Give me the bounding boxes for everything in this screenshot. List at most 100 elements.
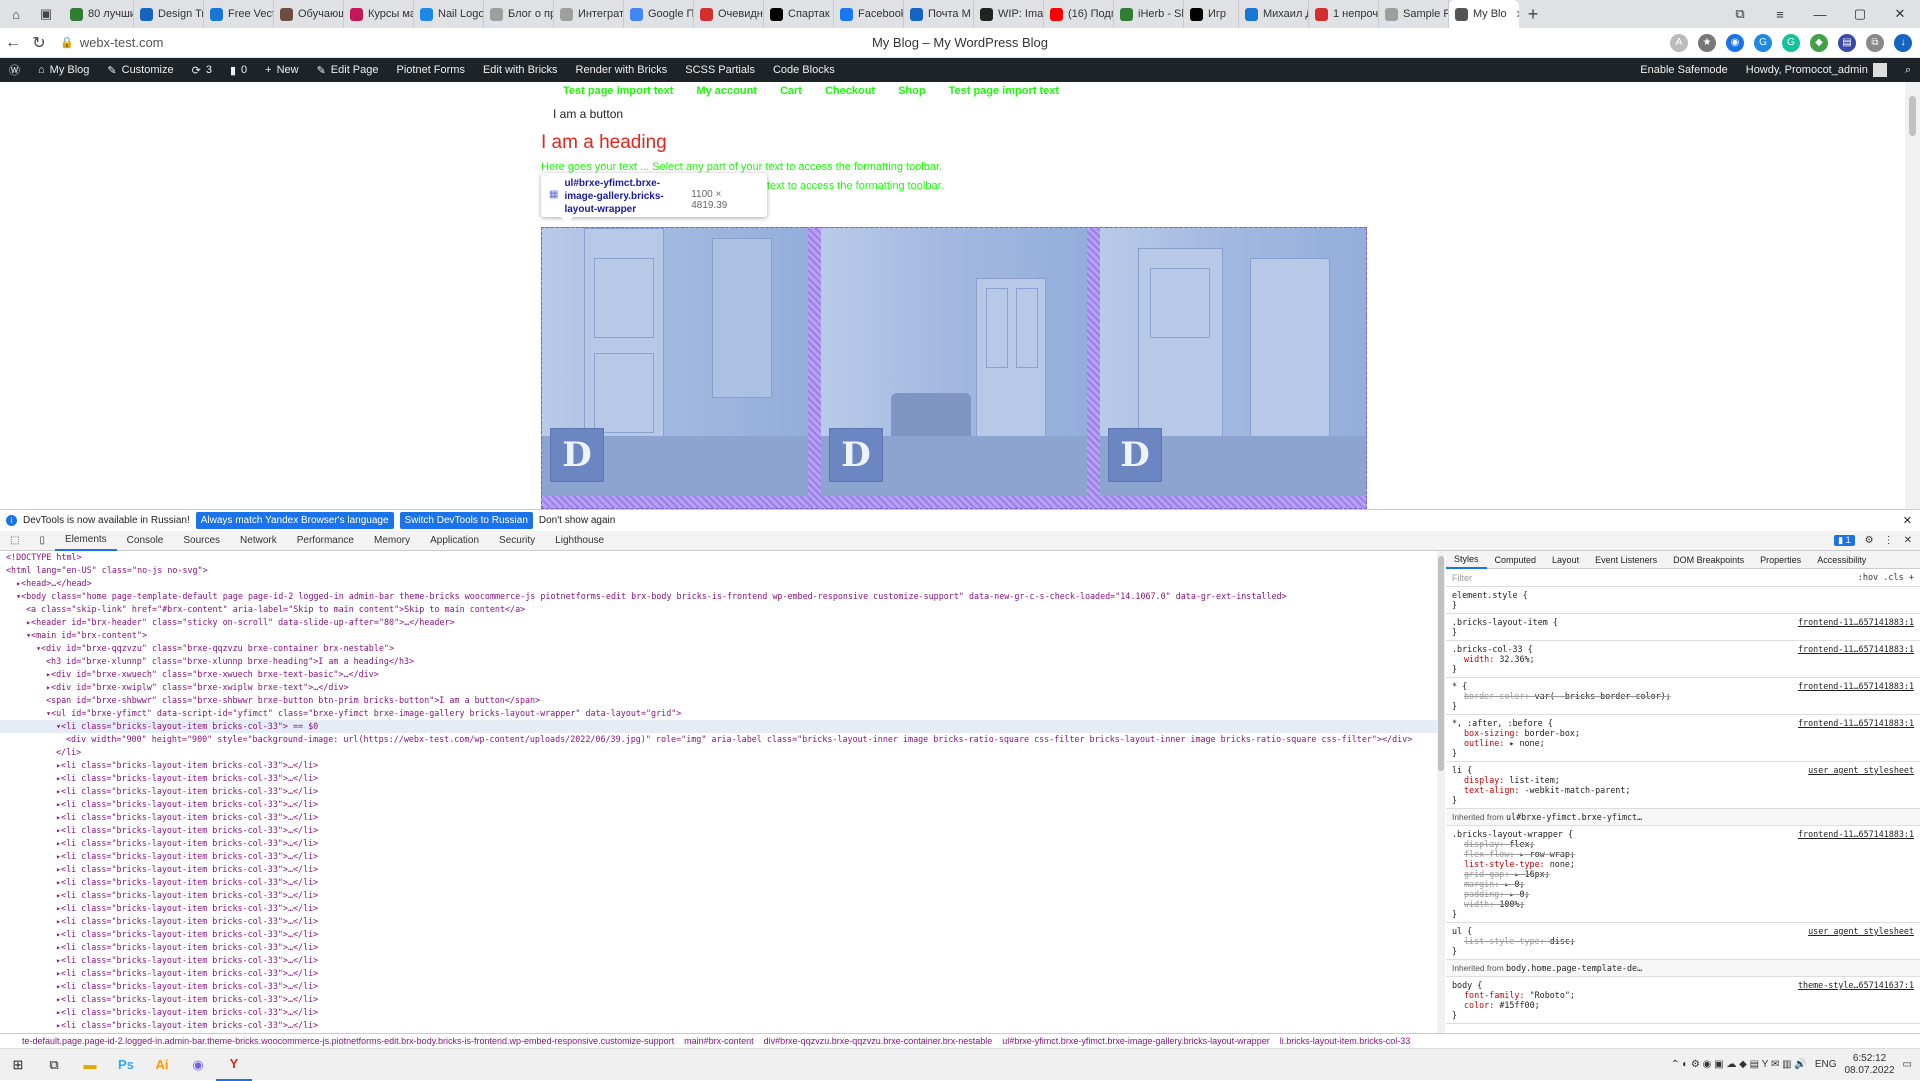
menu-item[interactable]: Test page import text — [949, 85, 1059, 97]
styles-tab[interactable]: DOM Breakpoints — [1665, 551, 1752, 569]
close-devtools-icon[interactable]: ✕ — [1904, 535, 1912, 546]
admin-bar-edit-with-bricks[interactable]: Edit with Bricks — [474, 58, 567, 82]
browser-tab[interactable]: My Blo✕ — [1449, 0, 1519, 28]
dom-node[interactable]: <span id="brxe-shbwwr" class="brxe-shbww… — [0, 694, 1444, 707]
inspect-icon[interactable]: ⬚ — [0, 531, 29, 551]
issues-badge[interactable]: ▮ 1 — [1834, 535, 1855, 546]
scrollbar-thumb[interactable] — [1909, 96, 1916, 136]
style-rule[interactable]: *, :after, :before {frontend-11…65714188… — [1446, 715, 1920, 762]
styles-tab[interactable]: Styles — [1446, 551, 1487, 569]
dom-node[interactable]: ▸<li class="bricks-layout-item bricks-co… — [0, 850, 1444, 863]
dom-node[interactable]: ▸<li class="bricks-layout-item bricks-co… — [0, 798, 1444, 811]
dom-node[interactable]: <!DOCTYPE html> — [0, 551, 1444, 564]
search-icon[interactable]: ⌕ — [1896, 58, 1920, 82]
rule-source-link[interactable]: theme-style…657141637:1 — [1798, 980, 1914, 990]
rule-source-link[interactable]: user agent stylesheet — [1808, 926, 1914, 936]
admin-bar-piotnet-forms[interactable]: Piotnet Forms — [388, 58, 474, 82]
browser-tab[interactable]: Nail Logo — [414, 0, 484, 28]
dom-node[interactable]: ▾<body class="home page-template-default… — [0, 590, 1444, 603]
task-view-icon[interactable]: ⧉ — [36, 1049, 72, 1081]
style-rule[interactable]: * {frontend-11…657141883:1 border-color: … — [1446, 678, 1920, 715]
browser-tab[interactable]: Design Tr — [134, 0, 204, 28]
admin-bar-updates[interactable]: ⟳ 3 — [183, 58, 221, 82]
dom-node[interactable]: ▸<li class="bricks-layout-item bricks-co… — [0, 772, 1444, 785]
style-rule[interactable]: ul {user agent stylesheet list-style-type… — [1446, 923, 1920, 960]
gallery-item[interactable]: D — [821, 228, 1087, 496]
browser-tab[interactable]: Google П — [624, 0, 694, 28]
style-rule[interactable]: .bricks-layout-item {frontend-11…6571418… — [1446, 614, 1920, 641]
enable-safemode-link[interactable]: Enable Safemode — [1631, 58, 1736, 82]
extension-green-icon[interactable]: ◆ — [1810, 33, 1828, 52]
close-icon[interactable]: ✕ — [1903, 514, 1912, 527]
style-property[interactable]: color: #15ff00; — [1452, 1000, 1914, 1010]
browser-tab[interactable]: Игр — [1184, 0, 1239, 28]
dom-node[interactable]: <h3 id="brxe-xlunnp" class="brxe-xlunnp … — [0, 655, 1444, 668]
admin-bar-scss-partials[interactable]: SCSS Partials — [676, 58, 764, 82]
dom-node[interactable]: ▸<li class="bricks-layout-item bricks-co… — [0, 811, 1444, 824]
close-window-button[interactable]: ✕ — [1880, 0, 1920, 28]
style-rule[interactable]: element.style {} — [1446, 587, 1920, 614]
dont-show-again-button[interactable]: Don't show again — [539, 515, 615, 526]
browser-tab[interactable]: Free Vect — [204, 0, 274, 28]
home-icon[interactable]: ⌂ — [6, 4, 26, 24]
browser-tab[interactable]: Обучающ — [274, 0, 344, 28]
style-property[interactable]: grid-gap: ▸ 16px; — [1452, 869, 1914, 879]
style-property[interactable]: list-style-type: none; — [1452, 859, 1914, 869]
extension-blue2-icon[interactable]: ▤ — [1838, 33, 1856, 52]
url-field[interactable]: 🔒 webx-test.com — [60, 35, 164, 50]
browser-tab[interactable]: Блог о пр — [484, 0, 554, 28]
style-property[interactable]: display: flex; — [1452, 839, 1914, 849]
dom-node[interactable]: <html lang="en-US" class="no-js no-svg"> — [0, 564, 1444, 577]
styles-tab[interactable]: Accessibility — [1809, 551, 1874, 569]
style-property[interactable]: font-family: "Roboto"; — [1452, 990, 1914, 1000]
admin-bar-site[interactable]: ⌂ My Blog — [29, 58, 98, 82]
menu-item[interactable]: Checkout — [825, 85, 875, 97]
devtools-tab[interactable]: Memory — [364, 531, 420, 551]
dom-node[interactable]: ▸<li class="bricks-layout-item bricks-co… — [0, 954, 1444, 967]
extension-blue-icon[interactable]: ◉ — [1726, 33, 1744, 52]
style-rule[interactable]: body {theme-style…657141637:1 font-family… — [1446, 977, 1920, 1024]
admin-bar-account[interactable]: Howdy, Promocot_admin — [1737, 58, 1896, 82]
more-icon[interactable]: ⋮ — [1884, 535, 1894, 546]
inherited-selector[interactable]: ul#brxe-yfimct.brxe-yfimct… — [1506, 812, 1642, 822]
dom-node[interactable]: ▸<li class="bricks-layout-item bricks-co… — [0, 941, 1444, 954]
devtools-tab[interactable]: Security — [489, 531, 545, 551]
viber-icon[interactable]: ◉ — [180, 1049, 216, 1081]
extension-g-icon[interactable]: G — [1754, 33, 1772, 52]
dom-node[interactable]: ▾<div id="brxe-qqzvzu" class="brxe-qqzvz… — [0, 642, 1444, 655]
styles-tab[interactable]: Properties — [1752, 551, 1809, 569]
dom-node[interactable]: ▾<main id="brx-content"> — [0, 629, 1444, 642]
browser-tab[interactable]: 1 непроч — [1309, 0, 1379, 28]
devtools-tab[interactable]: Console — [117, 531, 174, 551]
breadcrumb-item[interactable]: main#brx-content — [684, 1036, 754, 1046]
download-icon[interactable]: ↓ — [1894, 33, 1912, 52]
url-text[interactable]: webx-test.com — [80, 35, 164, 50]
dom-node[interactable]: ▸<li class="bricks-layout-item bricks-co… — [0, 967, 1444, 980]
tabs-panel-icon[interactable]: ▣ — [36, 4, 56, 24]
admin-bar-render-with-bricks[interactable]: Render with Bricks — [567, 58, 677, 82]
breadcrumb-item[interactable]: ul#brxe-yfimct.brxe-yfimct.brxe-image-ga… — [1002, 1036, 1269, 1046]
breadcrumb-item[interactable]: te-default.page.page-id-2.logged-in.admi… — [22, 1036, 674, 1046]
admin-bar-edit-page[interactable]: ✎ Edit Page — [308, 58, 388, 82]
style-property[interactable]: width: 32.36%; — [1452, 654, 1914, 664]
photoshop-icon[interactable]: Ps — [108, 1049, 144, 1081]
dom-node[interactable]: ▸<li class="bricks-layout-item bricks-co… — [0, 876, 1444, 889]
devtools-tab[interactable]: Application — [420, 531, 489, 551]
style-property[interactable]: width: 100%; — [1452, 899, 1914, 909]
device-toolbar-icon[interactable]: ▯ — [29, 531, 55, 551]
browser-tab[interactable]: (16) Подп — [1044, 0, 1114, 28]
dom-node[interactable]: ▾<ul id="brxe-yfimct" data-script-id="yf… — [0, 707, 1444, 720]
inherited-selector[interactable]: body.home.page-template-de… — [1506, 963, 1642, 973]
menu-icon[interactable]: ≡ — [1760, 0, 1800, 28]
style-property[interactable]: flex-flow: ▸ row wrap; — [1452, 849, 1914, 859]
style-property[interactable]: list-style-type: disc; — [1452, 936, 1914, 946]
menu-item[interactable]: Shop — [898, 85, 926, 97]
dom-node[interactable]: ▸<li class="bricks-layout-item bricks-co… — [0, 980, 1444, 993]
dom-node[interactable]: <div width="900" height="900" style="bac… — [0, 733, 1444, 746]
browser-tab[interactable]: 80 лучши — [64, 0, 134, 28]
rule-source-link[interactable]: frontend-11…657141883:1 — [1798, 718, 1914, 728]
admin-bar-comments[interactable]: ▮ 0 — [221, 58, 256, 82]
maximize-button[interactable]: ▢ — [1840, 0, 1880, 28]
browser-tab[interactable]: Курсы ма — [344, 0, 414, 28]
dom-node[interactable]: ▸<li class="bricks-layout-item bricks-co… — [0, 759, 1444, 772]
